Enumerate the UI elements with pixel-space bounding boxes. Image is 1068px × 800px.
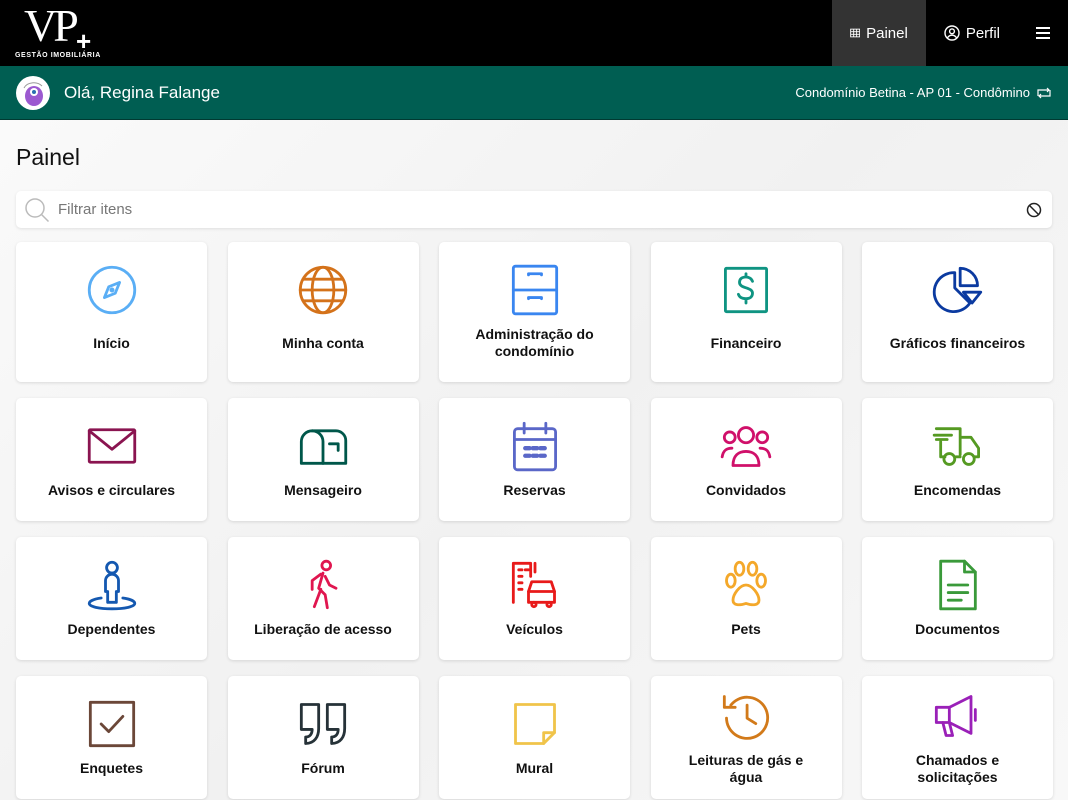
tile-label: Reservas [503, 482, 566, 498]
tile-paw[interactable]: Pets [650, 537, 842, 660]
car-building-icon [511, 561, 556, 609]
tile-label: Início [93, 334, 130, 351]
truck-icon [932, 427, 980, 466]
tile-walking[interactable]: Liberação de acesso [227, 537, 419, 660]
filter-input[interactable] [58, 201, 1018, 218]
dollar-icon [724, 266, 768, 314]
menu-icon [1036, 27, 1050, 39]
file-cabinet-icon [511, 264, 558, 316]
megaphone-icon [934, 694, 977, 737]
quote-icon [299, 703, 347, 745]
person-pin-icon [87, 560, 136, 611]
nav-perfil[interactable]: Perfil [926, 0, 1018, 66]
nav-painel[interactable]: Painel [831, 0, 926, 66]
page-title: Painel [16, 144, 80, 170]
tile-pie-chart[interactable]: Gráficos financeiros [862, 242, 1053, 382]
clear-icon[interactable] [1026, 202, 1042, 218]
logo[interactable]: VP + GESTÃO IMOBILIÁRIA [0, 0, 110, 66]
tile-label: Enquetes [79, 760, 143, 776]
main-content: Painel Início Minha conta Administração do… [0, 120, 1068, 800]
users-icon [720, 426, 772, 467]
tile-label: Veículos [506, 621, 563, 637]
history-icon [722, 694, 770, 740]
tile-label: Documentos [915, 621, 1000, 637]
tile-checkbox[interactable]: Enquetes [16, 676, 207, 799]
top-bar: VP + GESTÃO IMOBILIÁRIA Painel Perfil [0, 0, 1068, 66]
tile-label: Convidados [705, 482, 787, 498]
tile-document[interactable]: Documentos [862, 537, 1053, 660]
paw-icon [725, 560, 767, 607]
condominium-switcher[interactable]: Condomínio Betina - AP 01 - Condômino [795, 85, 1052, 100]
tile-label: Pets [731, 621, 761, 637]
calendar-icon [512, 421, 557, 472]
globe-icon [298, 265, 348, 315]
tile-label: Fórum [301, 760, 345, 776]
tile-compass[interactable]: Início [16, 242, 207, 382]
search-icon [25, 197, 50, 222]
tile-label: Mensageiro [284, 482, 362, 498]
tile-history[interactable]: Leituras de gás e água [650, 676, 842, 799]
tile-label: Leituras de gás e água [688, 751, 804, 785]
tile-mailbox[interactable]: Mensageiro [227, 398, 419, 521]
feature-grid: Início Minha conta Administração do condom… [16, 242, 1053, 799]
top-nav: Painel Perfil [831, 0, 1068, 66]
tile-label: Avisos e circulares [47, 482, 176, 498]
sticky-note-icon [513, 703, 556, 745]
tile-dollar[interactable]: Financeiro [650, 242, 842, 382]
greeting-bar: Olá, Regina Falange Condomínio Betina - … [0, 66, 1068, 120]
tile-person-pin[interactable]: Dependentes [16, 537, 207, 660]
tile-label: Financeiro [710, 334, 782, 351]
mailbox-icon [299, 429, 348, 465]
document-icon [938, 559, 977, 611]
tile-sticky-note[interactable]: Mural [439, 676, 630, 799]
tile-label: Administração do condomínio [475, 326, 594, 359]
tile-file-cabinet[interactable]: Administração do condomínio [439, 242, 630, 382]
tile-label: Mural [515, 760, 554, 776]
tile-globe[interactable]: Minha conta [227, 242, 419, 382]
tile-label: Dependentes [67, 621, 156, 637]
compass-icon [87, 265, 136, 315]
tile-label: Gráficos financeiros [889, 334, 1026, 351]
grid-icon [850, 28, 860, 38]
tile-label: Liberação de acesso [254, 621, 392, 637]
tile-calendar[interactable]: Reservas [439, 398, 630, 521]
tile-megaphone[interactable]: Chamados e solicitações [862, 676, 1053, 799]
envelope-icon [87, 428, 136, 464]
tile-label: Minha conta [282, 334, 364, 351]
hamburger-menu-button[interactable] [1018, 0, 1068, 66]
tile-users[interactable]: Convidados [650, 398, 842, 521]
walking-icon [310, 559, 338, 610]
tile-label: Encomendas [913, 482, 1002, 498]
tile-truck[interactable]: Encomendas [862, 398, 1053, 521]
tile-label: Chamados e solicitações [915, 751, 1000, 785]
pie-chart-icon [932, 266, 982, 313]
tile-envelope[interactable]: Avisos e circulares [16, 398, 207, 521]
avatar[interactable] [16, 75, 50, 110]
greeting-text: Olá, Regina Falange [64, 82, 220, 102]
tile-car-building[interactable]: Veículos [439, 537, 630, 660]
swap-icon [1037, 87, 1051, 98]
user-circle-icon [944, 25, 960, 41]
checkbox-icon [88, 700, 135, 748]
tile-quote[interactable]: Fórum [227, 676, 419, 799]
filter-bar [16, 191, 1052, 228]
